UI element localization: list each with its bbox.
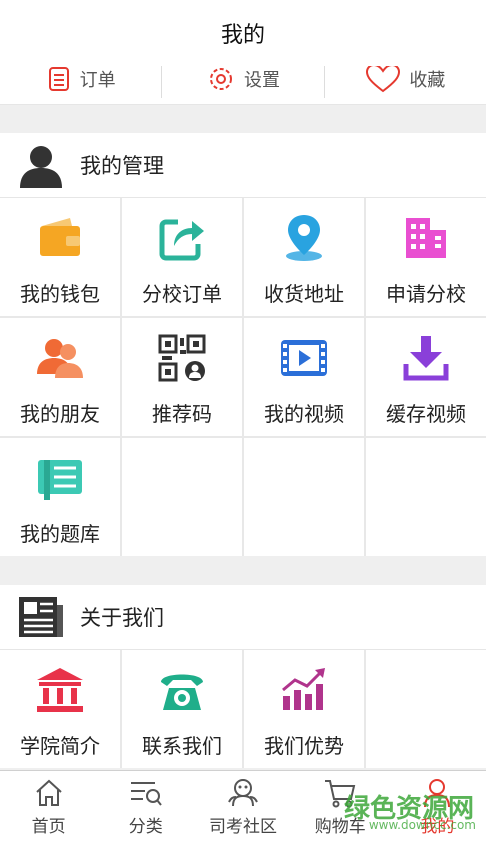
about-section-header: 关于我们 [0, 585, 486, 650]
download-icon [398, 330, 454, 386]
grid-item-label: 收货地址 [264, 282, 344, 306]
growth-chart-icon [276, 662, 332, 718]
share-icon [154, 210, 210, 266]
section-title: 我的管理 [80, 154, 164, 178]
grid-empty-cell [366, 438, 486, 556]
management-section-header: 我的管理 [0, 133, 486, 198]
grid-item-college-intro[interactable]: 学院简介 [0, 650, 120, 768]
phone-icon [154, 662, 210, 718]
tab-home[interactable]: 首页 [0, 771, 97, 841]
quick-action-settings[interactable]: 设置 [161, 66, 323, 98]
watermark-url: www.downcc.com [368, 818, 476, 832]
management-grid: 我的钱包 分校订单 收货地址 申请分校 我的朋友 推荐码 我的视频 缓存视频 我… [0, 198, 486, 556]
grid-item-label: 缓存视频 [386, 402, 466, 426]
location-pin-icon [276, 210, 332, 266]
grid-item-label: 推荐码 [152, 402, 212, 426]
settings-icon [209, 68, 232, 90]
grid-item-label: 我的题库 [20, 522, 100, 546]
grid-item-cached-videos[interactable]: 缓存视频 [366, 318, 486, 436]
tab-community[interactable]: 司考社区 [194, 771, 291, 841]
grid-item-wallet[interactable]: 我的钱包 [0, 198, 120, 316]
grid-item-label: 我们优势 [264, 734, 344, 758]
quick-actions-row: 订单 设置 收藏 [0, 66, 486, 105]
quick-action-label: 收藏 [409, 70, 446, 91]
page-title: 我的 [220, 23, 265, 48]
grid-item-apply-branch[interactable]: 申请分校 [366, 198, 486, 316]
grid-empty-cell [122, 438, 242, 556]
grid-item-contact-us[interactable]: 联系我们 [122, 650, 242, 768]
qr-code-icon [154, 330, 210, 386]
tab-label: 首页 [31, 816, 66, 837]
heart-icon [366, 66, 401, 93]
grid-item-branch-orders[interactable]: 分校订单 [122, 198, 242, 316]
grid-item-label: 我的朋友 [20, 402, 100, 426]
tab-label: 分类 [128, 816, 163, 837]
quick-action-orders[interactable]: 订单 [0, 66, 161, 98]
grid-item-label: 分校订单 [142, 282, 222, 306]
category-icon [129, 776, 163, 810]
grid-item-shipping-address[interactable]: 收货地址 [244, 198, 364, 316]
grid-item-question-bank[interactable]: 我的题库 [0, 438, 120, 556]
friends-icon [32, 330, 88, 386]
grid-item-label: 我的视频 [264, 402, 344, 426]
section-title: 关于我们 [80, 606, 164, 630]
grid-item-label: 联系我们 [142, 734, 222, 758]
tab-category[interactable]: 分类 [97, 771, 194, 841]
quick-action-label: 设置 [243, 70, 280, 91]
grid-item-our-advantages[interactable]: 我们优势 [244, 650, 364, 768]
about-grid: 学院简介 联系我们 我们优势 [0, 650, 486, 768]
grid-item-my-videos[interactable]: 我的视频 [244, 318, 364, 436]
grid-item-label: 申请分校 [386, 282, 466, 306]
video-icon [276, 330, 332, 386]
community-icon [226, 776, 260, 810]
question-bank-icon [32, 450, 88, 506]
grid-item-label: 我的钱包 [20, 282, 100, 306]
person-silhouette-icon [16, 140, 66, 190]
grid-item-label: 学院简介 [20, 734, 100, 758]
grid-empty-cell [366, 650, 486, 768]
newspaper-icon [16, 592, 66, 642]
grid-empty-cell [244, 438, 364, 556]
building-icon [398, 210, 454, 266]
order-icon [48, 67, 69, 91]
home-icon [32, 776, 66, 810]
grid-item-referral-code[interactable]: 推荐码 [122, 318, 242, 436]
institution-icon [32, 662, 88, 718]
tab-label: 司考社区 [209, 816, 277, 837]
grid-item-friends[interactable]: 我的朋友 [0, 318, 120, 436]
quick-action-favorites[interactable]: 收藏 [323, 66, 486, 98]
title-bar: 我的 [0, 0, 486, 67]
wallet-icon [32, 210, 88, 266]
quick-action-label: 订单 [79, 70, 116, 91]
